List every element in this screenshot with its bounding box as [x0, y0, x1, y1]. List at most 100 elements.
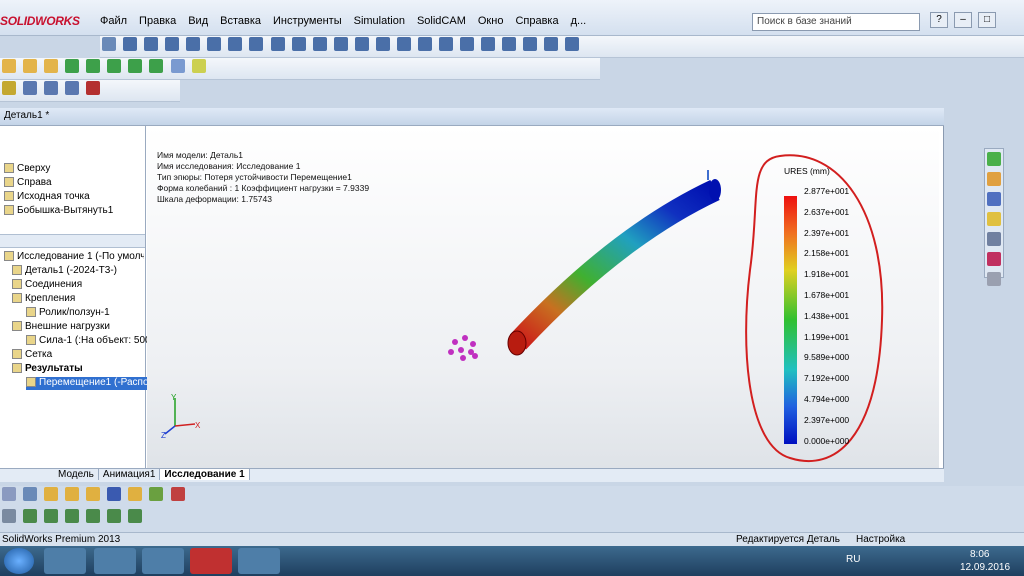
table-icon[interactable]	[86, 81, 101, 95]
reference-icon[interactable]	[191, 59, 206, 73]
slot-icon[interactable]	[165, 37, 180, 51]
rectangle-icon[interactable]	[144, 37, 159, 51]
tree-item-extrude[interactable]: Бобышка-Вытянуть1	[4, 205, 144, 218]
scene-icon[interactable]	[565, 37, 580, 51]
relation-icon[interactable]	[417, 37, 432, 51]
menu-help[interactable]: Справка	[509, 14, 564, 32]
mass-icon[interactable]	[23, 81, 38, 95]
ie-icon[interactable]	[94, 548, 136, 574]
tree-item-mesh[interactable]: Сетка	[12, 349, 152, 362]
search-input[interactable]: Поиск в базе знаний	[752, 13, 920, 31]
tab-animation[interactable]: Анимация1	[99, 469, 161, 480]
filter-bar[interactable]	[0, 234, 145, 248]
app-task-icon[interactable]	[238, 548, 280, 574]
appearances-icon[interactable]	[987, 252, 1001, 266]
report-icon[interactable]	[170, 487, 185, 501]
tree-item-external-loads[interactable]: Внешние нагрузки	[12, 321, 152, 334]
menu-solidcam[interactable]: SolidCAM	[411, 14, 472, 32]
minimize-icon[interactable]: –	[954, 12, 972, 28]
offset-icon[interactable]	[333, 37, 348, 51]
study-advisor-icon[interactable]	[2, 487, 16, 501]
tree-item-results[interactable]: Результаты	[12, 363, 152, 376]
tree-item-origin[interactable]: Исходная точка	[4, 191, 144, 204]
tree-item-roller[interactable]: Ролик/ползун-1	[26, 307, 166, 320]
tree-item-displacement[interactable]: Перемещение1 (-Распо	[26, 377, 166, 390]
menu-more[interactable]: д...	[565, 14, 593, 32]
view-icon[interactable]	[481, 37, 496, 51]
tree-item-fixtures[interactable]: Крепления	[12, 293, 152, 306]
media-player-icon[interactable]	[44, 548, 86, 574]
fillet-icon[interactable]	[65, 59, 80, 73]
language-indicator[interactable]: RU	[846, 554, 860, 565]
apply-material-icon[interactable]	[44, 487, 59, 501]
tab-model[interactable]: Модель	[54, 469, 99, 480]
mirror-icon[interactable]	[312, 37, 327, 51]
compare-icon[interactable]	[128, 509, 143, 523]
menu-view[interactable]: Вид	[182, 14, 214, 32]
appearance-icon[interactable]	[544, 37, 559, 51]
custom-properties-icon[interactable]	[987, 272, 1001, 286]
revolve-icon[interactable]	[23, 59, 38, 73]
explorer-icon[interactable]	[987, 192, 1001, 206]
measure-icon[interactable]	[2, 81, 16, 95]
run-icon[interactable]	[149, 487, 164, 501]
animate-icon[interactable]	[107, 509, 122, 523]
status-settings[interactable]: Настройка	[856, 534, 905, 545]
mesh-run-icon[interactable]	[128, 487, 143, 501]
ellipse-icon[interactable]	[249, 37, 264, 51]
tree-item-right[interactable]: Справа	[4, 177, 144, 190]
line-icon[interactable]	[123, 37, 138, 51]
pattern-icon[interactable]	[396, 37, 411, 51]
extrude-icon[interactable]	[2, 59, 16, 73]
deformed-beam[interactable]	[509, 180, 720, 350]
new-study-icon[interactable]	[23, 487, 38, 501]
resources-icon[interactable]	[987, 152, 1001, 166]
clock-time[interactable]: 8:06	[970, 549, 989, 560]
solidworks-logo[interactable]: SOLIDWORKS	[0, 14, 90, 30]
loads-icon[interactable]	[86, 487, 101, 501]
plot-settings-icon[interactable]	[86, 509, 101, 523]
tab-study[interactable]: Исследование 1	[160, 469, 250, 480]
rib-icon[interactable]	[107, 59, 122, 73]
smart-dimension-icon[interactable]	[23, 509, 38, 523]
sum-icon[interactable]	[107, 487, 122, 501]
menu-simulation[interactable]: Simulation	[348, 14, 411, 32]
shell-icon[interactable]	[128, 59, 143, 73]
result-legend[interactable]: URES (mm) 2.877e+001 2.637e+001 2.397e+001…	[780, 166, 880, 466]
sketch-snap-icon[interactable]	[170, 59, 185, 73]
clock-date[interactable]: 12.09.2016	[960, 562, 1010, 573]
menu-edit[interactable]: Правка	[133, 14, 182, 32]
menu-tools[interactable]: Инструменты	[267, 14, 348, 32]
menu-window[interactable]: Окно	[472, 14, 510, 32]
start-button-icon[interactable]	[4, 548, 34, 574]
constraint-icon[interactable]	[44, 509, 59, 523]
folder-icon[interactable]	[987, 212, 1001, 226]
circle-icon[interactable]	[186, 37, 201, 51]
tree-item-connections[interactable]: Соединения	[12, 279, 152, 292]
solidworks-task-icon[interactable]	[190, 548, 232, 574]
section-icon[interactable]	[502, 37, 517, 51]
tree-item-force[interactable]: Сила-1 (:На объект: 500 N	[26, 335, 166, 348]
repair-icon[interactable]	[439, 37, 453, 51]
help-icon[interactable]: ?	[930, 12, 948, 28]
trim-icon[interactable]	[375, 37, 390, 51]
point-icon[interactable]	[270, 37, 285, 51]
arc-icon[interactable]	[207, 37, 222, 51]
tree-item-top[interactable]: Сверху	[4, 163, 144, 176]
chamfer-icon[interactable]	[86, 59, 101, 73]
tree-item-study[interactable]: Исследование 1 (-По умолчани	[4, 251, 144, 264]
spline-icon[interactable]	[228, 37, 243, 51]
draft-icon[interactable]	[149, 59, 164, 73]
display-icon[interactable]	[523, 37, 538, 51]
select-icon[interactable]	[2, 509, 16, 523]
menu-insert[interactable]: Вставка	[214, 14, 267, 32]
view-palette-icon[interactable]	[987, 232, 1001, 246]
maximize-icon[interactable]: □	[978, 12, 996, 28]
section-properties-icon[interactable]	[44, 81, 59, 95]
sweep-icon[interactable]	[44, 59, 59, 73]
convert-icon[interactable]	[354, 37, 369, 51]
sketch-icon[interactable]	[102, 37, 116, 51]
library-icon[interactable]	[987, 172, 1001, 186]
check-icon[interactable]	[65, 81, 80, 95]
fixtures-icon[interactable]	[65, 487, 80, 501]
